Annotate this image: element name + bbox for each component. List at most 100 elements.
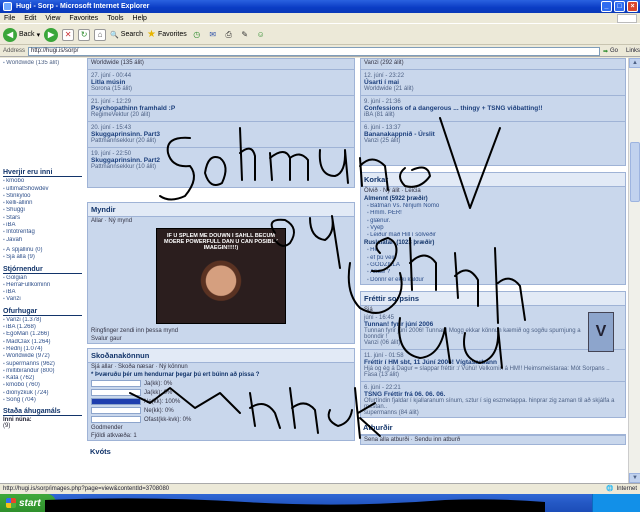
back-button[interactable]: ◀ Back ▾ <box>3 27 40 42</box>
menu-help[interactable]: Help <box>133 15 147 22</box>
article-title[interactable]: Skuggaprinsinn. Part3 <box>91 131 351 138</box>
stop-icon[interactable]: ✕ <box>62 28 75 41</box>
images-new-link[interactable]: Ný mynd <box>108 218 132 224</box>
online-user[interactable]: Javah <box>3 237 82 244</box>
article-title[interactable]: Bananakappnið - Úrslit <box>364 131 622 138</box>
online-user[interactable]: iBA <box>3 222 82 229</box>
refresh-icon[interactable]: ↻ <box>78 28 91 41</box>
moderator[interactable]: Vanzi <box>3 296 82 303</box>
online-user[interactable]: ultimatShowdev <box>3 186 82 193</box>
top-user[interactable]: Vanzi (1.378) <box>3 317 82 324</box>
news-all-link[interactable]: Sjá <box>361 306 625 314</box>
forum-thread[interactable]: Vyeþ <box>361 225 625 232</box>
poll-footer-user[interactable]: Godmender <box>88 424 354 432</box>
go-button[interactable]: ➡ Go <box>603 48 618 55</box>
article-title[interactable]: Confessions of a dangerous ... thingy + … <box>364 105 622 112</box>
forum-thread[interactable]: Hmm. ÞÉR! <box>361 210 625 217</box>
scroll-up-icon[interactable]: ▲ <box>629 58 640 68</box>
top-user[interactable]: EgoMan (1.266) <box>3 331 82 338</box>
menu-favorites[interactable]: Favorites <box>69 15 98 22</box>
menu-file[interactable]: File <box>4 15 15 22</box>
featured-photo[interactable]: IF U SPLEM ME DOUWN I SAHLL BECUM MOERE … <box>156 228 286 324</box>
online-user[interactable]: kmobo <box>3 178 82 185</box>
forum-thread[interactable]: Batman Vs. Ninjum Nomo <box>361 203 625 210</box>
see-all-link[interactable]: Sjá alla (9) <box>3 254 82 261</box>
chat-count-link[interactable]: Á spjallinu (0) <box>3 247 82 254</box>
images-all-link[interactable]: Allar <box>91 218 103 224</box>
poll-all-link[interactable]: Sjá allar <box>91 364 113 370</box>
events-all-link[interactable]: Sena alla atburði <box>364 437 409 443</box>
events-submit-link[interactable]: Sendu inn atburð <box>414 437 460 443</box>
moderator[interactable]: HerraFullkominn <box>3 282 82 289</box>
maximize-button[interactable]: □ <box>614 1 625 12</box>
moderator[interactable]: iBA <box>3 289 82 296</box>
news-entry[interactable]: júní - 16:45 Tunnan! fyrir júní 2006 Tun… <box>361 314 625 347</box>
photo-link[interactable]: Svalur gaur <box>88 335 354 343</box>
forums-new-link[interactable]: Ný álit <box>383 188 400 194</box>
links-button[interactable]: Links <box>626 48 640 54</box>
article-title[interactable]: Skuggaprinsinn. Part2 <box>91 157 351 164</box>
online-user[interactable]: Stinkyloo <box>3 193 82 200</box>
top-user[interactable]: MadClax (1.264) <box>3 339 82 346</box>
left-top-item[interactable]: Worldwide (135 álit) <box>3 60 82 67</box>
top-user[interactable]: miltibirandur (800) <box>3 368 82 375</box>
forum-thread[interactable]: He <box>361 247 625 254</box>
minimize-button[interactable]: _ <box>601 1 612 12</box>
forum-thread[interactable]: glænur. <box>361 218 625 225</box>
forum-thread[interactable]: Ariaw ? <box>361 269 625 276</box>
menu-view[interactable]: View <box>45 15 60 22</box>
top-user[interactable]: supermanns (962) <box>3 361 82 368</box>
article-title[interactable]: Psychopathinn framhald :P <box>91 105 351 112</box>
forum-thread[interactable]: Dónnr er ekki kaldur <box>361 277 625 284</box>
top-user[interactable]: Rednj (1.074) <box>3 346 82 353</box>
right-article-entry[interactable]: 12. júní - 23:22 Úsarti í mai Worldwide … <box>361 72 625 93</box>
scroll-thumb[interactable] <box>630 142 640 202</box>
poll-new-link[interactable]: Ný könnun <box>159 364 188 370</box>
article-entry[interactable]: 21. júní - 12:29 Psychopathinn framhald … <box>88 98 354 119</box>
news-title-link[interactable]: Fréttir í HM sbt, 11 Júní 2006! Vígtasar… <box>364 359 622 366</box>
article-entry[interactable]: 27. júní - 00:44 Litla músin Sorona (15 … <box>88 72 354 93</box>
close-button[interactable]: × <box>627 1 638 12</box>
article-title[interactable]: Litla músin <box>91 79 351 86</box>
right-article-entry[interactable]: 9. júní - 21:36 Confessions of a dangero… <box>361 98 625 119</box>
home-icon[interactable]: ⌂ <box>94 28 107 41</box>
news-entry[interactable]: 11. júní - 01:58 Fréttir í HM sbt, 11 Jú… <box>361 352 625 379</box>
top-user[interactable]: kmobo (760) <box>3 382 82 389</box>
forum-thread[interactable]: Leiður mað Hill í sólveðir <box>361 232 625 239</box>
forward-button[interactable]: ▶ <box>44 27 59 42</box>
news-title-link[interactable]: TSNG Fréttir frá 06. 06. 06. <box>364 391 622 398</box>
edit-icon[interactable]: ✎ <box>239 29 251 41</box>
forums-all-link[interactable]: Ölvið <box>364 188 378 194</box>
mail-icon[interactable]: ✉ <box>207 29 219 41</box>
scroll-down-icon[interactable]: ▼ <box>629 473 640 483</box>
forum-thread[interactable]: ef þú veiir <box>361 255 625 262</box>
news-entry[interactable]: 6. júní - 22:21 TSNG Fréttir frá 06. 06.… <box>361 384 625 417</box>
top-user[interactable]: Worldwide (972) <box>3 353 82 360</box>
forum-trash[interactable]: Ruslafatan (1023 þræðir) <box>361 239 625 247</box>
print-icon[interactable]: ⎙ <box>223 29 235 41</box>
favorites-button[interactable]: ★ Favorites <box>147 29 187 40</box>
article-entry[interactable]: 20. júní - 15:43 Skuggaprinsinn. Part3 P… <box>88 124 354 145</box>
online-user[interactable]: kelli-allinn <box>3 200 82 207</box>
article-entry[interactable]: 19. júní - 22:50 Skuggaprinsinn. Part2 P… <box>88 150 354 171</box>
messenger-icon[interactable]: ☺ <box>255 29 267 41</box>
moderator[interactable]: Golgian <box>3 275 82 282</box>
vertical-scrollbar[interactable]: ▲ ▼ <box>628 58 640 483</box>
online-user[interactable]: Shuggi <box>3 207 82 214</box>
forum-thread[interactable]: GODZILLA <box>361 262 625 269</box>
top-user[interactable]: iBA (1.268) <box>3 324 82 331</box>
search-button[interactable]: 🔍 Search <box>110 31 143 39</box>
address-input[interactable]: http://hugi.is/sorp/ <box>28 46 600 56</box>
forum-general[interactable]: Almennt (5922 þræðir) <box>361 195 625 203</box>
forums-search-link[interactable]: Leicia <box>405 188 421 194</box>
online-user[interactable]: Intotrenfag <box>3 229 82 236</box>
right-article-entry[interactable]: 6. júní - 13:37 Bananakappnið - Úrslit V… <box>361 124 625 145</box>
menu-tools[interactable]: Tools <box>107 15 123 22</box>
news-title-link[interactable]: Tunnan! fyrir júní 2006 <box>364 321 581 328</box>
top-user[interactable]: Kata (762) <box>3 375 82 382</box>
top-user[interactable]: Song (704) <box>3 397 82 404</box>
poll-view-link[interactable]: Skoða næsar <box>118 364 154 370</box>
menu-edit[interactable]: Edit <box>24 15 36 22</box>
history-icon[interactable]: ◷ <box>191 29 203 41</box>
article-title[interactable]: Úsarti í mai <box>364 79 622 86</box>
